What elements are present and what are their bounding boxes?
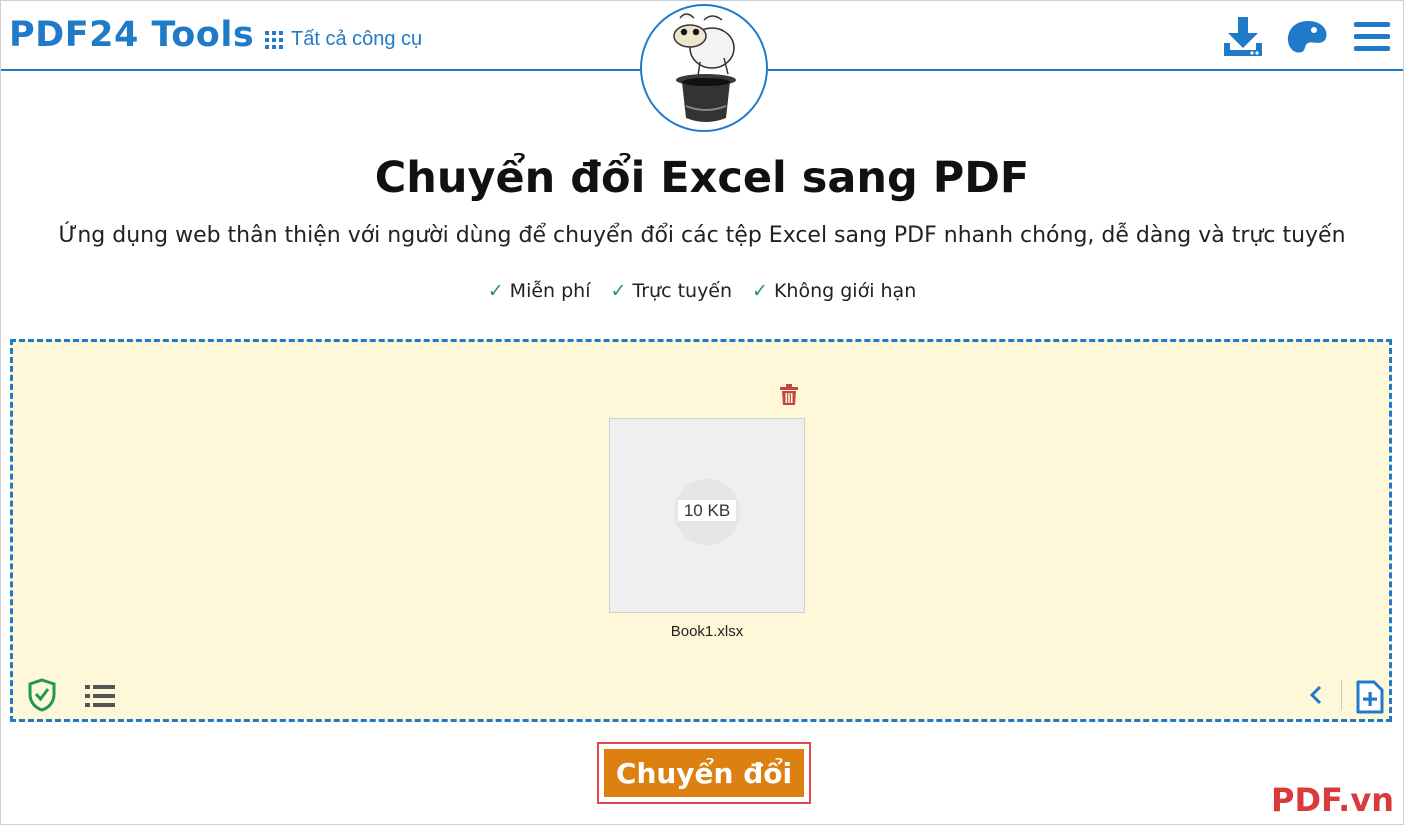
file-size: 10 KB	[677, 500, 737, 521]
check-icon: ✓	[487, 280, 504, 302]
page-title: Chuyển đổi Excel sang PDF	[374, 153, 1030, 203]
all-tools-label: Tất cả công cụ	[291, 28, 423, 50]
watermark-logo: PDF.vn	[1271, 781, 1394, 819]
divider	[1341, 680, 1342, 710]
file-dropzone[interactable]: 10 KB Book1.xlsx	[10, 339, 1392, 722]
chevron-left-icon[interactable]	[1309, 685, 1323, 710]
feature-item: ✓ Không giới hạn	[752, 280, 917, 302]
file-thumbnail[interactable]: 10 KB	[609, 418, 805, 613]
site-logo[interactable]: PDF24 Tools	[9, 15, 254, 55]
all-tools-link[interactable]: Tất cả công cụ	[265, 28, 422, 51]
menu-icon[interactable]	[1354, 22, 1390, 57]
feature-item: ✓ Trực tuyến	[610, 280, 733, 302]
file-name: Book1.xlsx	[670, 623, 744, 640]
shield-check-icon[interactable]	[27, 678, 57, 717]
palette-icon[interactable]	[1286, 19, 1330, 60]
convert-button-highlight: Chuyển đổi	[597, 742, 811, 804]
page-subtitle: Ứng dụng web thân thiện với người dùng đ…	[58, 223, 1346, 248]
check-icon: ✓	[610, 280, 627, 302]
trash-icon[interactable]	[779, 384, 799, 411]
feature-list: ✓ Miễn phí ✓ Trực tuyến ✓ Không giới hạn	[1, 280, 1403, 302]
grid-icon	[265, 30, 283, 49]
convert-button[interactable]: Chuyển đổi	[604, 749, 804, 797]
download-icon[interactable]	[1222, 15, 1264, 64]
feature-item: ✓ Miễn phí	[487, 280, 591, 302]
add-file-icon[interactable]	[1355, 680, 1385, 719]
mascot-logo	[640, 4, 768, 132]
check-icon: ✓	[752, 280, 768, 302]
list-view-icon[interactable]	[85, 684, 115, 713]
